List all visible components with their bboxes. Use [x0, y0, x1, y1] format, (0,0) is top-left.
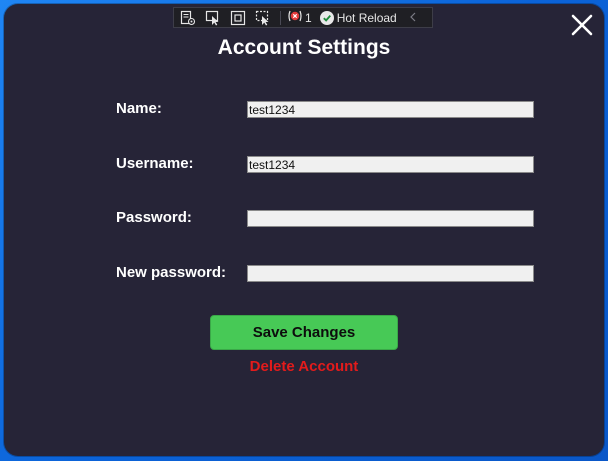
close-button[interactable] — [570, 13, 594, 37]
collapse-toolbar-icon[interactable] — [409, 11, 417, 25]
delete-account-link[interactable]: Delete Account — [4, 358, 604, 375]
hot-reload-button[interactable]: Hot Reload — [319, 10, 397, 25]
username-row: Username: — [116, 154, 536, 174]
password-row: Password: — [116, 208, 536, 228]
binding-failure-count: 1 — [305, 10, 312, 25]
password-input[interactable] — [247, 210, 534, 227]
account-settings-window: 1 Hot Reload Account Settings Name: User… — [4, 4, 604, 456]
username-input[interactable] — [247, 156, 534, 173]
live-visual-tree-icon[interactable] — [178, 9, 198, 27]
hot-reload-label: Hot Reload — [336, 10, 397, 25]
new-password-label: New password: — [116, 264, 227, 281]
new-password-row: New password: — [116, 263, 536, 283]
name-input[interactable] — [247, 101, 534, 118]
name-label: Name: — [116, 100, 162, 117]
password-label: Password: — [116, 209, 192, 226]
new-password-input[interactable] — [247, 265, 534, 282]
save-changes-button[interactable]: Save Changes — [210, 315, 398, 350]
select-element-icon[interactable] — [203, 9, 223, 27]
track-focused-element-icon[interactable] — [253, 9, 273, 27]
check-circle-icon — [319, 10, 334, 25]
debug-toolbar: 1 Hot Reload — [173, 7, 433, 28]
name-row: Name: — [116, 99, 536, 119]
display-layout-adorners-icon[interactable] — [228, 9, 248, 27]
username-label: Username: — [116, 155, 194, 172]
close-icon — [571, 14, 593, 36]
toolbar-separator — [280, 10, 281, 25]
binding-failure-icon — [287, 9, 303, 26]
binding-failures-indicator[interactable]: 1 — [287, 9, 312, 26]
page-title: Account Settings — [217, 36, 391, 59]
